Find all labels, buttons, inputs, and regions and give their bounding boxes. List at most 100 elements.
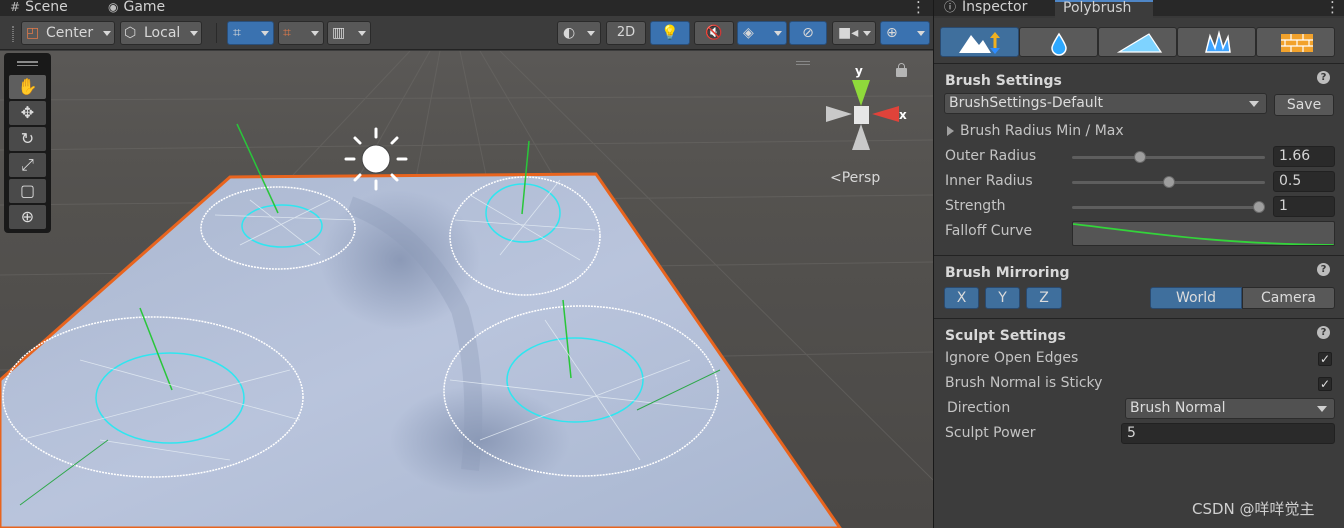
grid-icon: # [10,0,21,14]
smooth-mode-button[interactable] [1019,27,1098,57]
projection-label[interactable]: <Persp [830,170,880,186]
tab-polybrush[interactable]: Polybrush [1055,0,1153,18]
falloff-curve-label: Falloff Curve [945,223,1033,239]
rect-tool-button[interactable]: ▢ [9,179,46,203]
prefab-mode-button[interactable] [1177,27,1256,57]
outer-radius-slider[interactable] [1072,156,1265,159]
rotate-icon: ↻ [20,129,35,148]
gizmo-y-label: y [855,64,863,78]
mirror-space-world[interactable]: World [1150,287,1242,309]
prefab-grass-icon [1205,30,1231,53]
scene-visibility-button[interactable]: ⊘ [789,21,827,45]
grid-snap-icon: ⌗ [233,25,241,41]
pivot-space-dropdown[interactable]: ⬡ Local [120,21,202,45]
move-tool-button[interactable]: ✥ [9,101,46,125]
effects-button[interactable]: ◈ [737,21,787,45]
scene-tabbar: # Scene ◉ Game ⋮ [0,0,933,16]
strength-field[interactable]: 1 [1273,196,1335,217]
tab-scene[interactable]: # Scene [0,0,68,16]
scene-menu-icon[interactable]: ⋮ [911,0,926,16]
transform-tool-button[interactable]: ⊕ [9,205,46,229]
transform-icon: ⊕ [20,207,35,226]
paint-triangle-icon [1116,33,1163,53]
falloff-curve-graph [1073,223,1334,245]
brush-normal-sticky-checkbox[interactable]: ✓ [1318,377,1332,391]
inspector-menu-icon[interactable]: ⋮ [1325,0,1340,16]
camera-settings-button[interactable]: ■◂ [832,21,876,45]
help-icon[interactable]: ? [1317,263,1330,276]
foldout-arrow-icon[interactable] [947,126,954,136]
chevron-down-icon [774,31,782,36]
grid-snap-button[interactable]: ⌗ [227,21,274,45]
mute-icon: 🔇 [705,25,723,41]
hand-tool-button[interactable]: ✋ [9,75,46,99]
chevron-down-icon [103,31,111,36]
sculpt-power-label: Sculpt Power [945,425,1036,441]
increment-snap-button[interactable]: ⌗ [278,21,324,45]
hidden-eye-icon: ⊘ [802,25,814,41]
scale-tool-button[interactable]: ⤢ [9,153,46,177]
chevron-down-icon [863,31,871,36]
inner-radius-label: Inner Radius [945,173,1033,189]
scene-viewport[interactable]: y x [0,51,933,528]
outer-radius-slider-thumb[interactable] [1133,151,1146,163]
ignore-open-edges-label: Ignore Open Edges [945,350,1079,366]
help-icon[interactable]: ? [1317,326,1330,339]
brush-mirroring-title: Brush Mirroring [945,265,1070,281]
direction-label: Direction [947,400,1011,416]
overlay-grip[interactable] [17,65,38,66]
2d-toggle-button[interactable]: 2D [606,21,646,45]
help-icon[interactable]: ? [1317,71,1330,84]
gizmos-button[interactable]: ⊕ [880,21,930,45]
texture-bricks-icon [1281,34,1313,52]
mirror-space-camera[interactable]: Camera [1242,287,1335,309]
divider [934,318,1344,319]
audio-toggle-button[interactable]: 🔇 [694,21,734,45]
water-drop-icon [1051,32,1067,56]
grid-visibility-button[interactable]: ▥ [327,21,371,45]
sculpt-mode-button[interactable] [940,27,1019,57]
pivot-mode-dropdown[interactable]: ◰ Center [21,21,115,45]
chevron-down-icon [261,31,269,36]
brush-settings-title: Brush Settings [945,73,1062,89]
sculpt-mountain-icon [959,32,1000,54]
gizmo-x-label: x [899,108,907,122]
rotate-tool-button[interactable]: ↻ [9,127,46,151]
sculpt-power-field[interactable]: 5 [1121,423,1335,444]
divider [934,255,1344,256]
cube-icon: ⬡ [124,25,137,41]
mirror-z-toggle[interactable]: Z [1026,287,1062,309]
save-preset-button[interactable]: Save [1274,94,1334,116]
divider [934,63,1344,64]
inner-radius-slider-thumb[interactable] [1162,176,1175,188]
texture-mode-button[interactable] [1256,27,1335,57]
mirror-y-toggle[interactable]: Y [985,287,1020,309]
lock-icon[interactable] [896,63,907,77]
gizmo-globe-icon: ⊕ [886,25,898,41]
inner-radius-field[interactable]: 0.5 [1273,171,1335,192]
overlay-collapse-icon[interactable] [796,61,810,65]
scene-toolbar: ◰ Center ⬡ Local ⌗ ⌗ ▥ ◐ 2D 💡 🔇 ◈ ⊘ ■◂ ⊕ [0,16,933,50]
brush-preset-dropdown[interactable]: BrushSettings-Default [944,93,1267,114]
chevron-down-icon [190,31,198,36]
ignore-open-edges-checkbox[interactable]: ✓ [1318,352,1332,366]
tab-inspector[interactable]: ⓘ Inspector [934,0,1054,17]
checkmark-icon: ✓ [1319,352,1331,366]
strength-slider-thumb[interactable] [1253,201,1265,213]
lighting-toggle-button[interactable]: 💡 [650,21,690,45]
mirror-x-toggle[interactable]: X [944,287,979,309]
paint-vertex-mode-button[interactable] [1098,27,1177,57]
scene-view-canvas: y x [0,51,933,528]
overlay-grip[interactable] [17,61,38,63]
outer-radius-field[interactable]: 1.66 [1273,146,1335,167]
shading-sphere-icon: ◐ [563,25,576,41]
brush-radius-foldout[interactable]: Brush Radius Min / Max [960,123,1124,139]
chevron-left-icon: < [830,170,842,186]
pivot-center-icon: ◰ [26,25,40,41]
tab-game[interactable]: ◉ Game [98,0,165,16]
direction-dropdown[interactable]: Brush Normal [1125,398,1335,419]
draw-mode-button[interactable]: ◐ [557,21,601,45]
falloff-curve-field[interactable] [1072,221,1335,246]
strength-slider[interactable] [1072,206,1265,209]
inspector-window: ⓘ Inspector Polybrush ⋮ Brush Settings ?… [933,0,1344,528]
